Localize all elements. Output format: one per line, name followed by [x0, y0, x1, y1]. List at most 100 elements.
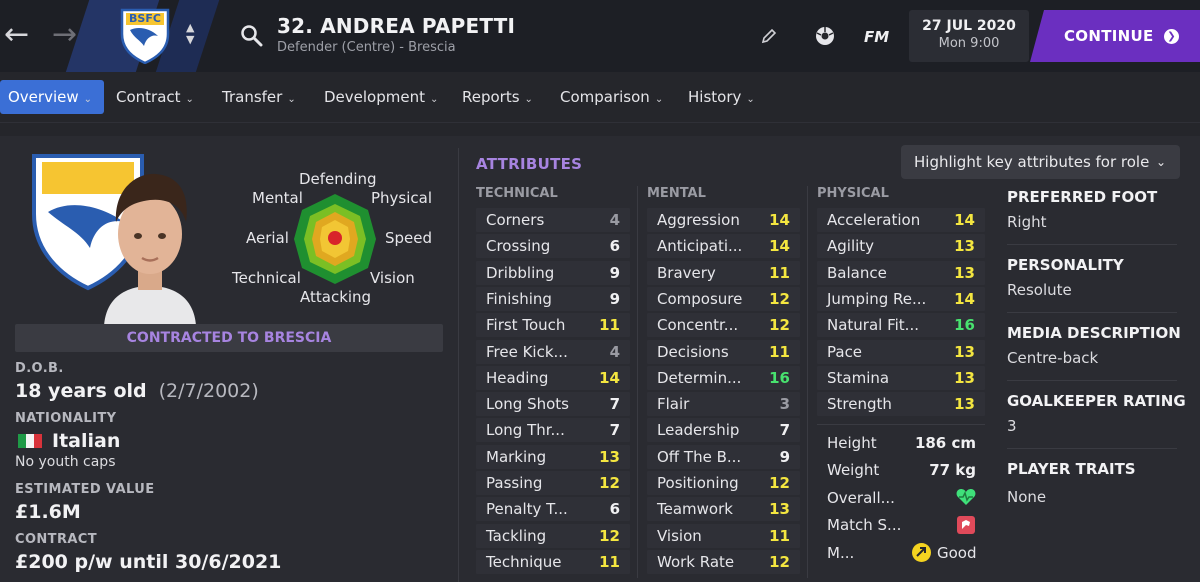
attribute-row[interactable]: Stamina 13 — [817, 365, 985, 390]
scout-football-icon[interactable] — [813, 24, 837, 48]
attribute-row[interactable]: Passing 12 — [476, 471, 630, 495]
attribute-name: Off The B... — [657, 447, 742, 466]
back-arrow-icon[interactable]: ← — [4, 18, 29, 52]
polygon-label-attacking: Attacking — [300, 288, 372, 306]
attribute-name: Marking — [486, 447, 547, 466]
attribute-row[interactable]: Determin... 16 — [647, 365, 800, 390]
chevron-down-icon: ⌄ — [746, 94, 755, 105]
attribute-row[interactable]: Balance 13 — [817, 260, 985, 285]
player-subtitle: Defender (Centre) - Brescia — [277, 40, 456, 55]
attribute-row[interactable]: Jumping Re... 14 — [817, 286, 985, 311]
attribute-value: 13 — [954, 342, 975, 361]
polygon-label-aerial: Aerial — [246, 229, 289, 247]
attribute-name: Vision — [657, 526, 702, 545]
heart-icon[interactable] — [956, 488, 976, 506]
search-icon[interactable] — [240, 24, 264, 48]
chevron-down-icon: ⌄ — [1155, 155, 1166, 169]
attribute-name: Corners — [486, 211, 545, 229]
attribute-name: Work Rate — [657, 552, 735, 571]
attribute-value: 4 — [609, 342, 620, 361]
attribute-row[interactable]: Anticipati... 14 — [647, 234, 800, 259]
tab-history[interactable]: History ⌄ — [688, 80, 755, 114]
attribute-name: Finishing — [486, 289, 552, 308]
age-text: 18 years old — [15, 380, 147, 402]
attribute-row[interactable]: Off The B... 9 — [647, 444, 800, 469]
attribute-row[interactable]: Positioning 12 — [647, 471, 800, 495]
attribute-row[interactable]: Teamwork 13 — [647, 497, 800, 522]
chevron-down-icon: ⌄ — [185, 94, 194, 105]
tab-overview[interactable]: Overview ⌄ — [0, 80, 104, 114]
morale-icon[interactable] — [912, 543, 931, 562]
attribute-row[interactable]: Aggression 14 — [647, 208, 800, 232]
attribute-row[interactable]: Tackling 12 — [476, 523, 630, 548]
nationality-value[interactable]: Italian — [52, 430, 120, 452]
attribute-row[interactable]: Crossing 6 — [476, 234, 630, 259]
attribute-row[interactable]: Work Rate 12 — [647, 549, 800, 574]
attribute-name: Stamina — [827, 368, 890, 387]
attribute-row[interactable]: Corners 4 — [476, 208, 630, 232]
attribute-row[interactable]: Heading 14 — [476, 365, 630, 390]
attribute-row[interactable]: Marking 13 — [476, 444, 630, 469]
attribute-row[interactable]: Natural Fit... 16 — [817, 313, 985, 338]
attribute-row[interactable]: Leadership 7 — [647, 418, 800, 443]
divider — [1007, 448, 1177, 449]
attribute-row[interactable]: Long Shots 7 — [476, 392, 630, 417]
tab-contract[interactable]: Contract ⌄ — [116, 80, 194, 114]
attribute-row[interactable]: Composure 12 — [647, 286, 800, 311]
attribute-row[interactable]: Long Thr... 7 — [476, 418, 630, 443]
club-switch-icon[interactable]: ▲ ▼ — [186, 22, 194, 46]
attribute-name: Acceleration — [827, 211, 921, 229]
divider — [637, 186, 638, 578]
contract-status-banner: CONTRACTED TO BRESCIA — [15, 324, 443, 352]
morale-value: Good — [937, 544, 977, 562]
italy-flag-icon — [18, 434, 42, 448]
attribute-row[interactable]: First Touch 11 — [476, 313, 630, 338]
attribute-value: 12 — [599, 526, 620, 545]
tab-label: Development — [324, 88, 425, 106]
attribute-row[interactable]: Vision 11 — [647, 523, 800, 548]
forward-arrow-icon[interactable]: → — [52, 18, 77, 52]
attribute-row[interactable]: Decisions 11 — [647, 339, 800, 364]
attribute-row[interactable]: Acceleration 14 — [817, 208, 985, 232]
fm-menu-button[interactable]: FM — [864, 28, 889, 46]
tab-development[interactable]: Development ⌄ — [324, 80, 438, 114]
match-sharpness-icon[interactable] — [957, 516, 975, 534]
attribute-row[interactable]: Flair 3 — [647, 392, 800, 417]
divider — [1007, 244, 1177, 245]
date-display[interactable]: 27 JUL 2020 Mon 9:00 — [909, 10, 1029, 62]
club-badge[interactable]: BSFC — [120, 8, 170, 65]
attribute-value: 11 — [769, 342, 790, 361]
goalkeeper-rating-value: 3 — [1007, 417, 1017, 435]
tab-label: Overview — [8, 88, 79, 106]
estimated-value-label: ESTIMATED VALUE — [15, 482, 155, 497]
attribute-value: 16 — [769, 368, 790, 387]
tab-comparison[interactable]: Comparison ⌄ — [560, 80, 663, 114]
attribute-row[interactable]: Strength 13 — [817, 392, 985, 417]
continue-button[interactable]: CONTINUE ❯ — [1030, 10, 1200, 62]
attribute-row[interactable]: Free Kick... 4 — [476, 339, 630, 364]
attribute-row[interactable]: Finishing 9 — [476, 286, 630, 311]
attribute-value: 12 — [599, 474, 620, 492]
tab-transfer[interactable]: Transfer ⌄ — [222, 80, 296, 114]
attribute-name: Crossing — [486, 237, 551, 256]
edit-pencil-icon[interactable] — [760, 27, 778, 45]
player-photo[interactable] — [98, 166, 202, 326]
attribute-name: Penalty T... — [486, 500, 568, 519]
role-attribute-polygon[interactable] — [292, 192, 378, 286]
attribute-row[interactable]: Technique 11 — [476, 549, 630, 574]
attribute-row[interactable]: Agility 13 — [817, 234, 985, 259]
tab-label: Contract — [116, 88, 181, 106]
attribute-value: 14 — [954, 289, 975, 308]
attribute-row[interactable]: Bravery 11 — [647, 260, 800, 285]
attribute-row[interactable]: Dribbling 9 — [476, 260, 630, 285]
attribute-row[interactable]: Concentr... 12 — [647, 313, 800, 338]
divider — [458, 148, 459, 582]
attribute-value: 12 — [769, 474, 790, 492]
highlight-key-attributes-dropdown[interactable]: Highlight key attributes for role ⌄ — [901, 145, 1180, 179]
attribute-name: Pace — [827, 342, 863, 361]
attribute-row[interactable]: Pace 13 — [817, 339, 985, 364]
attribute-row[interactable]: Penalty T... 6 — [476, 497, 630, 522]
attribute-value: 7 — [609, 421, 620, 440]
tab-reports[interactable]: Reports ⌄ — [462, 80, 533, 114]
attribute-value: 11 — [769, 526, 790, 545]
